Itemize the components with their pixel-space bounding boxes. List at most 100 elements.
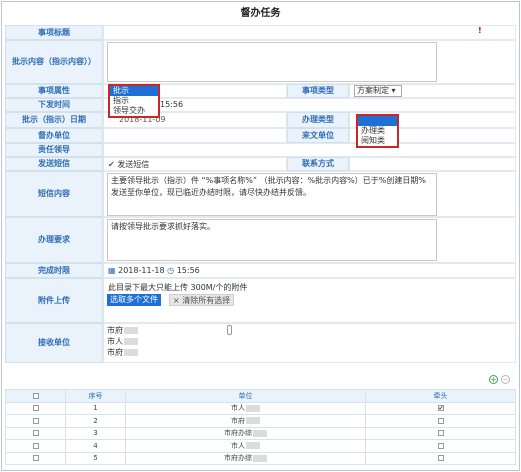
- lead-checkbox[interactable]: [437, 455, 444, 462]
- handling-req-label: 办理要求: [5, 217, 103, 263]
- row-unit-cell: 市府办综: [125, 426, 366, 440]
- clear-selection-button[interactable]: × 清除所有选择: [169, 294, 235, 306]
- sms-content-label: 短信内容: [5, 171, 103, 217]
- row-select-cell[interactable]: [5, 401, 66, 415]
- instruction-content-textarea[interactable]: [107, 42, 437, 82]
- handle-type-label: 办理类型: [287, 112, 349, 128]
- handling-req-textarea[interactable]: 请按领导批示要求抓好落实。: [107, 219, 437, 261]
- subject-label: 事项标题: [5, 25, 103, 40]
- row-checkbox[interactable]: [32, 442, 39, 449]
- instruction-date-label: 批示（指示）日期: [5, 112, 103, 128]
- row-unit-cell: 市人: [125, 401, 366, 415]
- row-unit: 市府办综: [224, 454, 252, 463]
- attribute-label: 事项属性: [5, 84, 103, 98]
- issue-time-label: 下发时间: [5, 98, 103, 112]
- redacted-block: [124, 349, 138, 356]
- row-checkbox[interactable]: [32, 417, 39, 424]
- item-type-value: 方案制定: [357, 86, 389, 95]
- row-unit-cell: 市人: [125, 439, 366, 453]
- attribute-option[interactable]: 领导交办: [110, 106, 158, 116]
- task-window: 督办任务 事项标题 ! 批示内容（指示内容）） 事项属性 事项类型 方案制定 ▾…: [1, 1, 520, 471]
- grid-header-lead: 牵头: [365, 389, 516, 403]
- remove-icon[interactable]: −: [501, 375, 510, 384]
- responsible-leader-input[interactable]: [103, 143, 516, 157]
- lead-checkbox[interactable]: [437, 417, 444, 424]
- receiving-unit-list[interactable]: 市府 市人 市府: [107, 325, 235, 361]
- receiving-unit-item[interactable]: 市人: [107, 336, 138, 347]
- deadline-picker[interactable]: ▦ 2018-11-18 ◷ 15:56: [108, 266, 200, 275]
- sms-content-textarea[interactable]: 主要领导批示（指示）件 “%事项名称%” （批示内容：%批示内容%）已于%创建日…: [107, 173, 437, 216]
- select-all-checkbox[interactable]: [32, 392, 39, 399]
- row-lead-cell[interactable]: [365, 451, 516, 465]
- issue-time-value[interactable]: 15:56: [160, 100, 183, 109]
- table-row[interactable]: 2 市府: [5, 414, 516, 428]
- send-sms-checkbox[interactable]: ✔ 发送短信: [108, 159, 149, 170]
- redacted-block: [124, 327, 138, 334]
- lead-checkbox[interactable]: [437, 442, 444, 449]
- row-select-cell[interactable]: [5, 439, 66, 453]
- row-unit-cell: 市府办综: [125, 451, 366, 465]
- handle-type-option[interactable]: 办理类: [358, 126, 397, 136]
- attribute-dropdown[interactable]: 批示 指示 领导交办: [108, 84, 160, 118]
- handle-type-dropdown[interactable]: 办理类 阅知类: [356, 114, 399, 148]
- subject-input[interactable]: [103, 25, 516, 40]
- instruction-content-label: 批示内容（指示内容））: [5, 40, 103, 84]
- table-row[interactable]: 1 市人 ✔: [5, 401, 516, 415]
- row-checkbox[interactable]: [32, 455, 39, 462]
- row-lead-cell[interactable]: ✔: [365, 401, 516, 415]
- row-lead-cell[interactable]: [365, 426, 516, 440]
- row-lead-cell[interactable]: [365, 439, 516, 453]
- attribute-option[interactable]: 指示: [110, 96, 158, 106]
- row-select-cell[interactable]: [5, 451, 66, 465]
- deadline-date: 2018-11-18: [118, 266, 165, 275]
- clear-selection-label: 清除所有选择: [182, 296, 231, 305]
- item-type-select[interactable]: 方案制定 ▾: [354, 85, 402, 97]
- grid-header-no: 序号: [65, 389, 126, 403]
- lead-checkbox[interactable]: [437, 430, 444, 437]
- grid-header-unit: 单位: [125, 389, 366, 403]
- send-sms-option: 发送短信: [117, 160, 150, 169]
- row-no: 2: [65, 414, 126, 428]
- redacted-block: [253, 429, 267, 437]
- grid-header-row: 序号 单位 牵头: [5, 389, 516, 403]
- clock-icon: ◷: [167, 266, 175, 275]
- row-no: 5: [65, 451, 126, 465]
- row-lead-cell[interactable]: [365, 414, 516, 428]
- responsible-leader-label: 责任领导: [5, 143, 103, 157]
- scroll-handle-icon[interactable]: [227, 325, 232, 335]
- row-checkbox[interactable]: [32, 405, 39, 412]
- handle-type-option[interactable]: [358, 116, 397, 126]
- handle-type-option[interactable]: 阅知类: [358, 136, 397, 146]
- item-type-label: 事项类型: [287, 84, 349, 98]
- receiving-unit-item[interactable]: 市府: [107, 347, 138, 358]
- row-checkbox[interactable]: [32, 430, 39, 437]
- row-select-cell[interactable]: [5, 426, 66, 440]
- upload-files-button[interactable]: 选取多个文件: [107, 294, 161, 306]
- supervising-unit-input[interactable]: [103, 128, 287, 143]
- row-unit: 市人: [231, 404, 245, 413]
- page-title: 督办任务: [240, 8, 281, 19]
- row-unit: 市府: [231, 416, 245, 425]
- redacted-block: [246, 417, 260, 425]
- deadline-time: 15:56: [176, 266, 200, 275]
- redacted-block: [253, 454, 267, 462]
- row-unit: 市府办综: [224, 429, 252, 438]
- required-mark: !: [478, 26, 482, 35]
- table-row[interactable]: 4 市人: [5, 439, 516, 453]
- receiving-unit-item[interactable]: 市府: [107, 325, 138, 336]
- row-no: 3: [65, 426, 126, 440]
- table-row[interactable]: 5 市府办综: [5, 451, 516, 465]
- attribute-option[interactable]: 批示: [110, 86, 158, 96]
- contact-input[interactable]: [349, 157, 516, 171]
- add-icon[interactable]: +: [489, 375, 498, 384]
- calendar-icon: ▦: [108, 266, 116, 275]
- row-no: 4: [65, 439, 126, 453]
- row-select-cell[interactable]: [5, 414, 66, 428]
- lead-checkbox-checked[interactable]: ✔: [437, 405, 444, 412]
- table-row[interactable]: 3 市府办综: [5, 426, 516, 440]
- attachment-hint: 此目录下最大只能上传 300M/个的附件: [108, 283, 248, 292]
- receiving-unit-name: 市府: [107, 348, 123, 357]
- incoming-unit-label: 来文单位: [287, 128, 349, 143]
- unit-grid: 序号 单位 牵头 1 市人 ✔ 2 市府 3 市府办综 4 市人 5 市府办综: [5, 389, 516, 465]
- select-all-header[interactable]: [5, 389, 66, 403]
